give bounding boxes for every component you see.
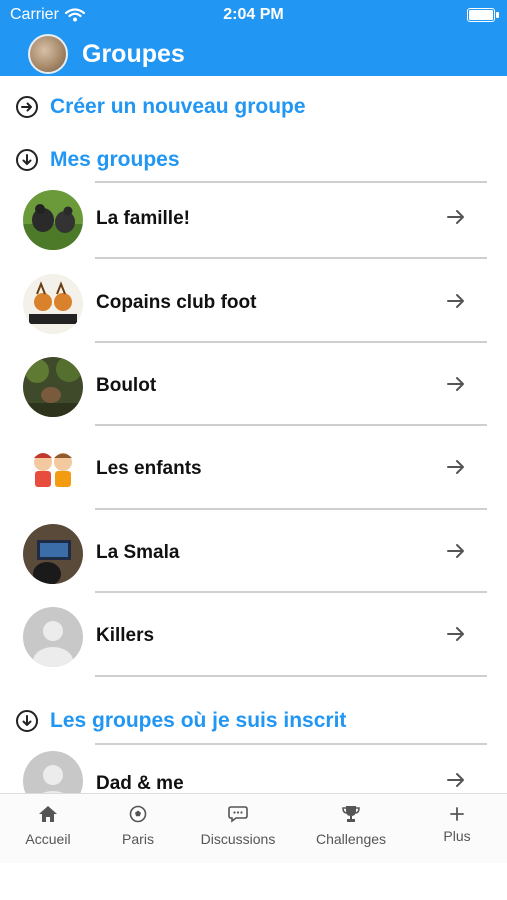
group-avatar (23, 274, 83, 334)
arrow-right-icon[interactable] (445, 206, 467, 228)
home-icon (39, 806, 57, 822)
group-name: La Smala (96, 542, 180, 563)
group-avatar (23, 190, 83, 250)
status-time: 2:04 PM (223, 6, 284, 23)
arrow-right-icon[interactable] (445, 456, 467, 478)
tab-paris[interactable]: Paris (88, 802, 188, 847)
tab-label: Discussions (200, 831, 276, 847)
tab-label: Challenges (315, 831, 387, 847)
group-name: Boulot (96, 375, 157, 396)
bottom-safe-area (0, 863, 507, 900)
group-avatar (23, 440, 83, 500)
status-bar: Carrier 2:04 PM (0, 0, 507, 30)
arrow-down-circle-icon (16, 149, 38, 171)
tab-challenges[interactable]: Challenges (301, 802, 401, 847)
divider (95, 508, 487, 510)
arrow-right-icon[interactable] (445, 623, 467, 645)
create-group-link[interactable]: Créer un nouveau groupe (16, 95, 306, 119)
app-header: Carrier 2:04 PM Groupes (0, 0, 507, 76)
arrow-down-circle-icon (16, 710, 38, 732)
page-title: Groupes (82, 39, 185, 68)
trophy-icon (342, 806, 360, 822)
user-avatar[interactable] (28, 34, 68, 74)
arrow-right-icon[interactable] (445, 769, 467, 791)
chat-bubble-icon (228, 806, 248, 823)
default-avatar-icon (23, 751, 83, 793)
default-avatar-icon (23, 607, 83, 667)
group-name: Dad & me (96, 773, 184, 793)
arrow-right-icon[interactable] (445, 540, 467, 562)
divider (95, 424, 487, 426)
create-group-label: Créer un nouveau groupe (50, 95, 306, 118)
header-title-row: Groupes (28, 33, 185, 75)
group-row-boulot[interactable]: Boulot (0, 349, 507, 431)
tab-label: Plus (443, 828, 471, 844)
group-row-dad-and-me[interactable]: Dad & me (0, 743, 507, 793)
divider (95, 675, 487, 677)
tab-label: Paris (122, 831, 154, 847)
group-name: La famille! (96, 208, 190, 229)
tab-bar: Accueil Paris Discussions Challenges Plu… (0, 793, 507, 864)
tab-label: Accueil (25, 831, 71, 847)
group-row-la-famille[interactable]: La famille! (0, 182, 507, 264)
group-name: Killers (96, 625, 155, 646)
tab-accueil[interactable]: Accueil (0, 802, 98, 847)
plus-icon (450, 807, 464, 821)
divider (95, 591, 487, 593)
group-row-killers[interactable]: Killers (0, 599, 507, 681)
soccer-ball-icon (129, 805, 147, 823)
arrow-right-icon[interactable] (445, 290, 467, 312)
group-row-copains-club-foot[interactable]: Copains club foot (0, 266, 507, 348)
subscribed-groups-header[interactable]: Les groupes où je suis inscrit (16, 709, 346, 733)
arrow-right-icon[interactable] (445, 373, 467, 395)
group-name: Copains club foot (96, 292, 257, 313)
group-avatar (23, 357, 83, 417)
my-groups-title: Mes groupes (50, 148, 180, 171)
tab-discussions[interactable]: Discussions (188, 802, 288, 847)
divider (95, 341, 487, 343)
subscribed-groups-title: Les groupes où je suis inscrit (50, 709, 347, 732)
battery-icon (467, 8, 499, 22)
divider (95, 257, 487, 259)
group-row-les-enfants[interactable]: Les enfants (0, 432, 507, 514)
group-avatar (23, 524, 83, 584)
my-groups-header[interactable]: Mes groupes (16, 148, 180, 172)
arrow-right-circle-icon (16, 96, 38, 118)
group-name: Les enfants (96, 458, 202, 479)
group-row-la-smala[interactable]: La Smala (0, 516, 507, 598)
tab-plus[interactable]: Plus (407, 802, 507, 844)
